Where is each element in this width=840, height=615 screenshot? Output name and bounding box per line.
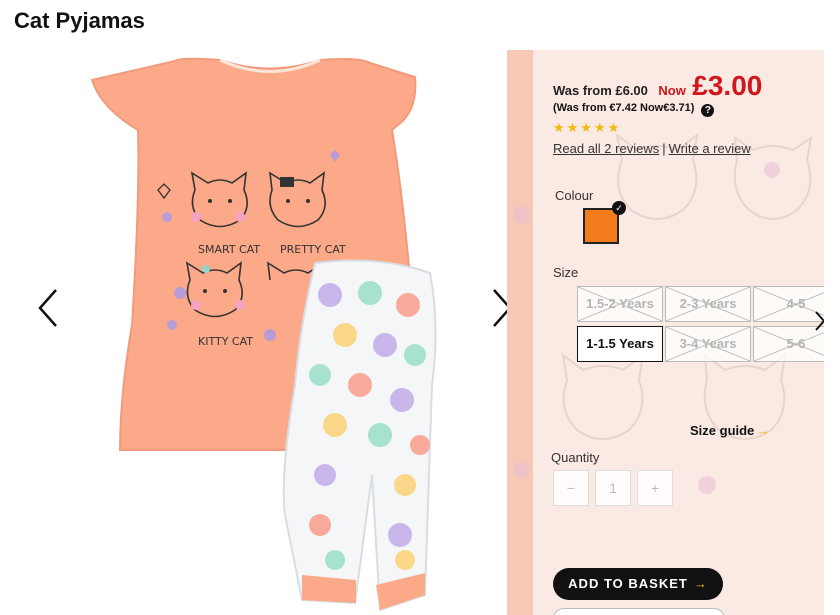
read-reviews-link[interactable]: Read all 2 reviews bbox=[553, 141, 659, 156]
quantity-decrease-button[interactable]: − bbox=[553, 470, 589, 506]
size-guide-label: Size guide bbox=[690, 423, 755, 438]
svg-text:PRETTY CAT: PRETTY CAT bbox=[280, 243, 346, 256]
svg-text:KITTY CAT: KITTY CAT bbox=[198, 335, 253, 348]
product-gallery: SMART CAT PRETTY CAT KITTY CAT bbox=[20, 50, 520, 615]
size-option-1-1-5-years[interactable]: 1-1.5 Years bbox=[577, 326, 663, 362]
product-image[interactable]: SMART CAT PRETTY CAT KITTY CAT bbox=[80, 55, 460, 615]
size-option-label: 4-5 bbox=[786, 296, 806, 311]
size-option-label: 5-6 bbox=[786, 336, 806, 351]
size-label: Size bbox=[553, 265, 579, 280]
add-to-basket-label: ADD TO BASKET bbox=[568, 576, 688, 591]
size-option-label: 1.5-2 Years bbox=[586, 296, 654, 311]
colour-swatch-orange[interactable]: ✓ bbox=[583, 201, 626, 244]
size-option-3-4-years[interactable]: 3-4 Years bbox=[665, 326, 751, 362]
now-price: £3.00 bbox=[692, 70, 763, 101]
size-option-label: 1-1.5 Years bbox=[586, 336, 654, 351]
price-row: Was from £6.00 Now £3.00 bbox=[553, 70, 762, 102]
write-review-link[interactable]: Write a review bbox=[669, 141, 751, 156]
size-option-2-3-years[interactable]: 2-3 Years bbox=[665, 286, 751, 322]
star-rating: ★★★★★ bbox=[553, 120, 622, 135]
euro-price-text: (Was from €7.42 Now€3.71) bbox=[553, 102, 695, 114]
page-title: Cat Pyjamas bbox=[14, 8, 145, 33]
size-option-1-5-2-years[interactable]: 1.5-2 Years bbox=[577, 286, 663, 322]
now-label: Now bbox=[658, 83, 686, 98]
size-option-label: 2-3 Years bbox=[679, 296, 737, 311]
quantity-label: Quantity bbox=[551, 450, 600, 465]
colour-label: Colour bbox=[555, 188, 594, 203]
size-guide-link[interactable]: Size guide → bbox=[690, 423, 769, 438]
arrow-right-icon: → bbox=[756, 423, 770, 438]
quantity-increase-button[interactable]: + bbox=[637, 470, 673, 506]
chevron-right-icon bbox=[815, 311, 824, 331]
gallery-prev-button[interactable] bbox=[28, 278, 68, 338]
quantity-input[interactable]: 1 bbox=[595, 470, 631, 506]
panel-content: Was from £6.00 Now £3.00 (Was from €7.42… bbox=[533, 50, 824, 615]
svg-text:SMART CAT: SMART CAT bbox=[198, 243, 260, 256]
question-circle-icon[interactable]: ? bbox=[701, 104, 715, 117]
was-price: Was from £6.00 bbox=[553, 83, 648, 98]
chevron-left-icon bbox=[38, 289, 57, 327]
size-scroll-next-button[interactable] bbox=[809, 308, 824, 334]
size-option-label: 3-4 Years bbox=[679, 336, 737, 351]
secondary-button[interactable] bbox=[553, 608, 725, 615]
reviews-links: Read all 2 reviews | Write a review bbox=[553, 141, 751, 156]
euro-price: (Was from €7.42 Now€3.71) ? bbox=[553, 102, 715, 117]
check-circle-icon: ✓ bbox=[612, 201, 626, 215]
product-details-panel: Was from £6.00 Now £3.00 (Was from €7.42… bbox=[507, 50, 824, 615]
reviews-separator: | bbox=[662, 141, 666, 156]
add-to-basket-button[interactable]: ADD TO BASKET → bbox=[553, 568, 723, 600]
size-options: 1.5-2 Years 2-3 Years 4-5 1-1.5 Years 3-… bbox=[577, 286, 824, 366]
arrow-right-icon: → bbox=[693, 576, 708, 591]
